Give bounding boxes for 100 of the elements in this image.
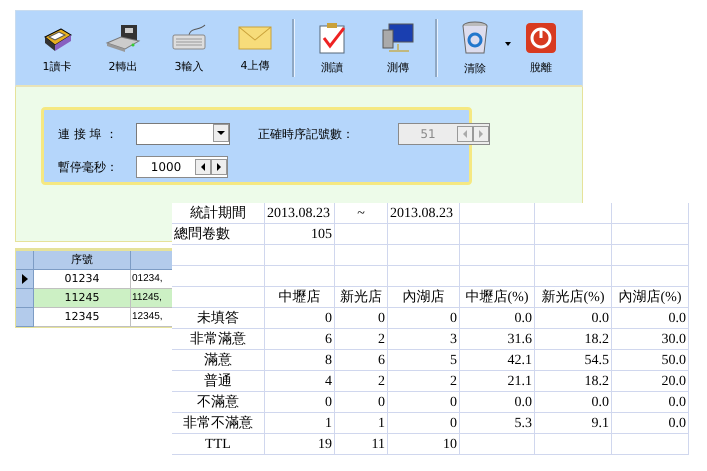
sheet-cell bbox=[265, 245, 335, 266]
sheet-cell: ~ bbox=[335, 203, 388, 224]
sheet-cell: 0.0 bbox=[460, 392, 535, 413]
field-label: 暫停毫秒： bbox=[58, 158, 119, 176]
toolbar-button[interactable]: 脫離 bbox=[508, 11, 574, 85]
sheet-cell: 0.0 bbox=[460, 308, 535, 329]
sheet-cell: 21.1 bbox=[460, 371, 535, 392]
column-header[interactable]: 序號 bbox=[34, 251, 131, 270]
toolbar-button[interactable]: 1讀卡 bbox=[24, 11, 90, 85]
sheet-cell: 54.5 bbox=[535, 350, 612, 371]
toolbar-button[interactable]: 2轉出 bbox=[90, 11, 156, 85]
sheet-cell: 未填答 bbox=[172, 308, 265, 329]
sheet-cell: 50.0 bbox=[612, 350, 689, 371]
sheet-cell: 0 bbox=[388, 308, 460, 329]
sheet-cell: 0.0 bbox=[535, 392, 612, 413]
sheet-cell: 新光店 bbox=[335, 287, 388, 308]
sheet-cell: 2013.08.23 bbox=[388, 203, 460, 224]
current-row-icon bbox=[22, 274, 28, 284]
sheet-cell: 中壢店(%) bbox=[460, 287, 535, 308]
sheet-cell: 新光店(%) bbox=[535, 287, 612, 308]
power-icon bbox=[525, 22, 557, 54]
sheet-cell: 20.0 bbox=[612, 371, 689, 392]
sheet-cell: 6 bbox=[335, 350, 388, 371]
right-arrow-icon bbox=[477, 130, 485, 138]
pause-spinner[interactable]: 1000 bbox=[136, 156, 228, 178]
toolbar-button[interactable]: 3輸入 bbox=[156, 11, 222, 85]
sheet-cell: 10 bbox=[388, 434, 460, 455]
sheet-cell: TTL bbox=[172, 434, 265, 455]
sheet-cell: 1 bbox=[265, 413, 335, 434]
left-arrow-icon bbox=[199, 163, 207, 171]
spin-right-button[interactable] bbox=[211, 159, 227, 175]
recycle-bin-icon bbox=[461, 20, 489, 54]
sheet-cell: 42.1 bbox=[460, 350, 535, 371]
sheet-cell: 滿意 bbox=[172, 350, 265, 371]
sheet-cell: 6 bbox=[265, 329, 335, 350]
sheet-cell: 5 bbox=[388, 350, 460, 371]
sheet-cell: 0 bbox=[388, 413, 460, 434]
sheet-cell: 31.6 bbox=[460, 329, 535, 350]
sheet-cell: 0.0 bbox=[535, 308, 612, 329]
sheet-cell: 9.1 bbox=[535, 413, 612, 434]
toolbar-button[interactable]: 測讀 bbox=[299, 11, 365, 85]
sheet-cell bbox=[335, 224, 388, 245]
toolbar-button[interactable]: 4上傳 bbox=[222, 11, 288, 85]
caret-icon[interactable] bbox=[504, 41, 512, 47]
sheet-cell: 3 bbox=[388, 329, 460, 350]
port-dropdown[interactable] bbox=[136, 123, 230, 145]
header-corner bbox=[16, 251, 34, 270]
sheet-cell: 0 bbox=[388, 392, 460, 413]
sheet-cell: 5.3 bbox=[460, 413, 535, 434]
sheet-cell: 0.0 bbox=[612, 392, 689, 413]
sheet-cell: 0 bbox=[265, 392, 335, 413]
sheet-cell: 19 bbox=[265, 434, 335, 455]
grid-cell[interactable]: 11245 bbox=[34, 289, 131, 308]
down-arrow-icon bbox=[217, 129, 225, 137]
sheet-cell: 非常不滿意 bbox=[172, 413, 265, 434]
grid-cell[interactable]: 11245, bbox=[131, 289, 173, 308]
sheet-cell bbox=[335, 266, 388, 287]
sheet-cell: 不滿意 bbox=[172, 392, 265, 413]
row-indicator[interactable] bbox=[16, 270, 34, 289]
spin-left-button[interactable] bbox=[195, 159, 211, 175]
sheet-cell: 統計期間 bbox=[172, 203, 265, 224]
sheet-cell: 0 bbox=[335, 392, 388, 413]
sheet-cell: 0.0 bbox=[612, 413, 689, 434]
sheet-cell: 非常滿意 bbox=[172, 329, 265, 350]
sheet-cell: 4 bbox=[265, 371, 335, 392]
computer-icon bbox=[381, 22, 415, 54]
envelope-icon bbox=[237, 24, 273, 52]
sheet-cell: 2 bbox=[335, 329, 388, 350]
grid-cell[interactable]: 12345 bbox=[34, 308, 131, 327]
grid-cell[interactable]: 01234 bbox=[34, 270, 131, 289]
sheet-cell: 2013.08.23 bbox=[265, 203, 335, 224]
sheet-cell: 普通 bbox=[172, 371, 265, 392]
sheet-cell: 內湖店(%) bbox=[612, 287, 689, 308]
dropdown-button[interactable] bbox=[213, 124, 229, 142]
toolbar-button[interactable]: 清除 bbox=[442, 11, 508, 85]
right-arrow-icon bbox=[215, 163, 223, 171]
sheet-cell: 30.0 bbox=[612, 329, 689, 350]
sheet-cell: 105 bbox=[265, 224, 335, 245]
sheet-cell: 2 bbox=[388, 371, 460, 392]
sheet-cell: 18.2 bbox=[535, 329, 612, 350]
left-arrow-icon bbox=[461, 130, 469, 138]
sheet-cell: 18.2 bbox=[535, 371, 612, 392]
sheet-cell: 內湖店 bbox=[388, 287, 460, 308]
column-header[interactable] bbox=[131, 251, 173, 270]
sheet-cell bbox=[265, 266, 335, 287]
sheet-cell: 1 bbox=[335, 413, 388, 434]
sheet-cell: 0.0 bbox=[612, 308, 689, 329]
sheet-cell: 8 bbox=[265, 350, 335, 371]
sheet-cell bbox=[388, 266, 460, 287]
drive-icon bbox=[105, 22, 141, 52]
toolbar-button[interactable]: 測傳 bbox=[365, 11, 431, 85]
field-label: 連 接 埠 ： bbox=[58, 126, 118, 142]
sheet-cell: 0 bbox=[335, 308, 388, 329]
sheet-cell: 11 bbox=[335, 434, 388, 455]
sheet-cell bbox=[388, 245, 460, 266]
sheet-cell: 0 bbox=[265, 308, 335, 329]
field-label: 正確時序記號數： bbox=[258, 126, 355, 142]
sheet-cell: 中壢店 bbox=[265, 287, 335, 308]
sheet-cell: 2 bbox=[335, 371, 388, 392]
sheet-cell bbox=[335, 245, 388, 266]
